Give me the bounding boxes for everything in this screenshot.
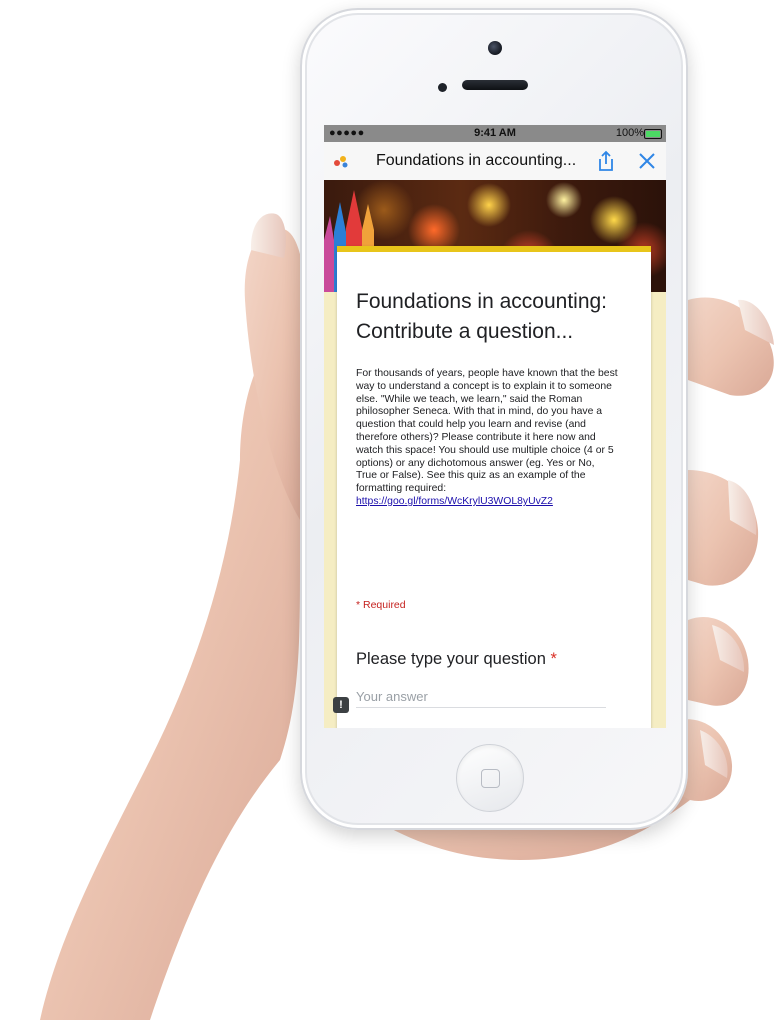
home-button-icon <box>481 769 500 788</box>
form-description-text: For thousands of years, people have know… <box>356 368 618 495</box>
proximity-sensor <box>438 83 447 92</box>
home-button[interactable] <box>456 744 524 812</box>
question-label: Please type your question * <box>356 650 557 669</box>
browser-nav-bar: Foundations in accounting... <box>324 142 666 181</box>
question-text: Please type your question <box>356 650 546 668</box>
required-asterisk: * <box>550 650 557 668</box>
phone-screen: ●●●●● 9:41 AM 100% Foundations in accoun… <box>324 125 666 728</box>
required-note: * Required <box>356 599 406 611</box>
form-title: Foundations in accounting: Contribute a … <box>356 290 608 343</box>
form-description: For thousands of years, people have know… <box>356 368 618 509</box>
form-favicon-icon <box>334 156 348 168</box>
example-quiz-link[interactable]: https://goo.gl/forms/WcKrylU3WOL8yUvZ2 <box>356 496 553 507</box>
feedback-icon[interactable]: ! <box>333 697 349 713</box>
status-time: 9:41 AM <box>474 127 516 139</box>
page-title: Foundations in accounting... <box>376 152 577 169</box>
status-bar: ●●●●● 9:41 AM 100% <box>324 125 666 142</box>
battery-icon <box>644 129 662 139</box>
front-camera <box>488 41 502 55</box>
answer-input[interactable] <box>356 685 606 708</box>
battery-percentage: 100% <box>615 127 644 139</box>
close-icon[interactable] <box>638 152 656 170</box>
earpiece-speaker <box>462 80 528 90</box>
share-icon[interactable] <box>596 150 616 172</box>
